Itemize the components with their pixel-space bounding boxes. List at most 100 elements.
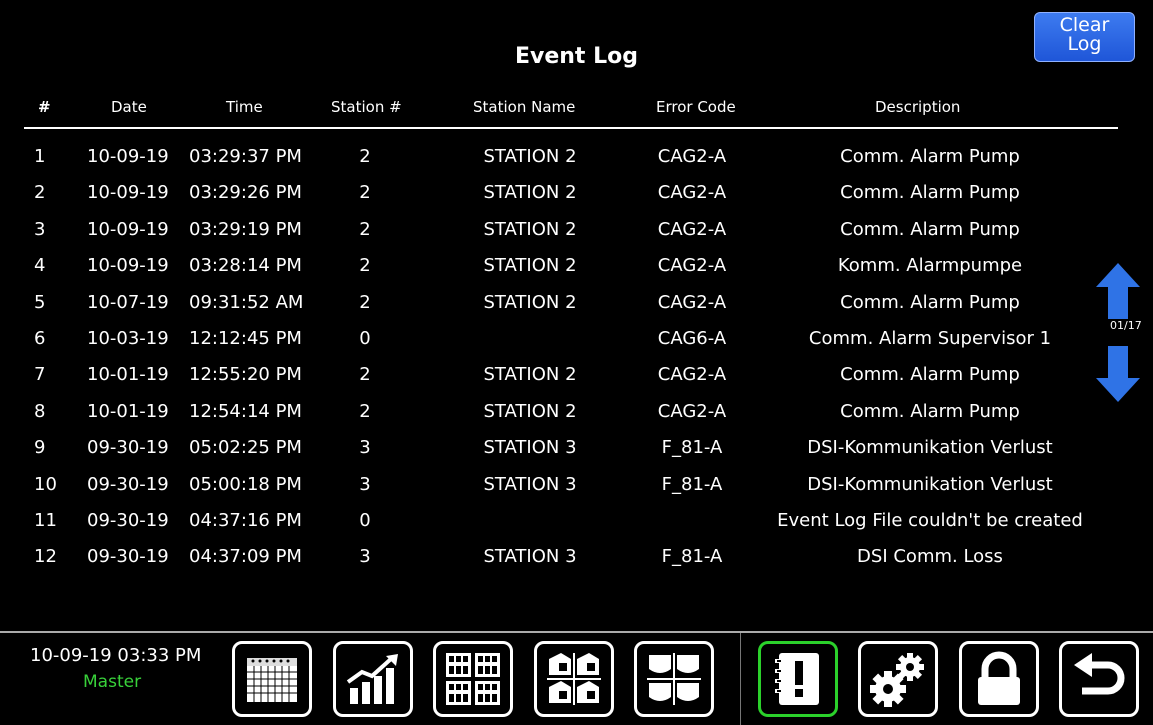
col-header-error-code: Error Code	[656, 98, 736, 116]
scroll-up-button[interactable]	[1096, 263, 1140, 319]
cell-error-code: CAG2-A	[657, 182, 727, 204]
cell-date: 10-01-19	[87, 400, 169, 422]
cell-time: 03:29:19 PM	[189, 218, 302, 240]
cell-number: 9	[34, 437, 46, 459]
cell-time: 03:28:14 PM	[189, 255, 302, 277]
cell-station-name: STATION 3	[483, 437, 577, 459]
keypad-grid-icon	[446, 653, 500, 705]
cell-error-code: CAG2-A	[657, 255, 727, 277]
cell-description: DSI Comm. Loss	[857, 546, 1003, 568]
table-row: 8 10-01-19 12:54:14 PM 2 STATION 2 CAG2-A Comm…	[0, 394, 1100, 430]
cell-error-code: CAG2-A	[657, 364, 727, 386]
cell-error-code: CAG2-A	[657, 218, 727, 240]
table-row: 6 10-03-19 12:12:45 PM 0 CAG6-A Comm. Alarm S…	[0, 321, 1100, 357]
event-log-icon	[775, 653, 819, 705]
col-header-time: Time	[226, 98, 263, 116]
cell-station-number: 2	[359, 255, 371, 277]
cell-number: 7	[34, 364, 46, 386]
tanks-icon	[647, 653, 701, 705]
cell-station-number: 2	[359, 182, 371, 204]
cell-error-code: CAG2-A	[657, 146, 727, 167]
cell-station-number: 0	[359, 510, 371, 531]
cell-description: Komm. Alarmpumpe	[837, 255, 1023, 277]
cell-station-number: 0	[359, 328, 371, 349]
scroll-down-button[interactable]	[1096, 346, 1140, 402]
cell-station-name: STATION 2	[483, 291, 577, 313]
col-header-date: Date	[111, 98, 147, 116]
cell-station-number: 3	[359, 546, 371, 568]
cell-description: DSI-Kommunikation Verlust	[807, 473, 1053, 495]
cell-date: 10-09-19	[87, 146, 169, 167]
cell-time: 05:00:18 PM	[189, 473, 302, 495]
table-row: 9 09-30-19 05:02:25 PM 3 STATION 3 F_81-A DSI-…	[0, 430, 1100, 466]
col-header-description: Description	[875, 98, 961, 116]
nav-tanks-button[interactable]	[634, 641, 714, 717]
header-divider	[24, 127, 1118, 129]
table-row: 11 09-30-19 04:37:16 PM 0 Event Log File cou…	[0, 503, 1100, 539]
cell-station-name: STATION 2	[483, 400, 577, 422]
down-arrow-icon	[1096, 346, 1140, 402]
table-row: 1 10-09-19 03:29:37 PM 2 STATION 2 CAG2-A Comm…	[0, 139, 1100, 175]
cell-number: 3	[34, 218, 46, 240]
cell-number: 2	[34, 182, 46, 204]
cell-date: 09-30-19	[87, 546, 169, 568]
cell-time: 09:31:52 AM	[189, 291, 304, 313]
cell-time: 03:29:37 PM	[189, 146, 302, 167]
cell-date: 10-09-19	[87, 218, 169, 240]
cell-station-name: STATION 3	[483, 473, 577, 495]
footer-datetime: 10-09-19 03:33 PM	[30, 645, 202, 666]
cell-time: 12:55:20 PM	[189, 364, 302, 386]
cell-station-name: STATION 2	[483, 255, 577, 277]
table-row: 10 09-30-19 05:00:18 PM 3 STATION 3 F_81-A DSI…	[0, 467, 1100, 503]
cell-number: 6	[34, 328, 46, 349]
cell-station-number: 2	[359, 146, 371, 167]
cell-error-code: F_81-A	[661, 546, 723, 568]
cell-station-name: STATION 3	[483, 546, 577, 568]
nav-trend-button[interactable]	[333, 641, 413, 717]
cell-time: 04:37:09 PM	[189, 546, 302, 568]
cell-station-number: 3	[359, 437, 371, 459]
user-role: Master	[83, 672, 142, 692]
cell-station-number: 2	[359, 291, 371, 313]
table-row: 2 10-09-19 03:29:26 PM 2 STATION 2 CAG2-A Comm…	[0, 175, 1100, 211]
cell-station-name: STATION 2	[483, 364, 577, 386]
stations-icon	[547, 653, 601, 705]
cell-station-number: 2	[359, 218, 371, 240]
calendar-icon	[247, 658, 297, 702]
col-header-station-number: Station #	[331, 98, 402, 116]
table-row: 12 09-30-19 04:37:09 PM 3 STATION 3 F_81-A DSI…	[0, 539, 1100, 575]
cell-date: 09-30-19	[87, 510, 169, 531]
nav-settings-button[interactable]	[858, 641, 938, 717]
lock-icon	[978, 651, 1020, 705]
cell-error-code: F_81-A	[661, 473, 723, 495]
nav-event-log-button[interactable]	[758, 641, 838, 717]
cell-description: Comm. Alarm Pump	[840, 364, 1020, 386]
nav-keypad-button[interactable]	[433, 641, 513, 717]
cell-description: Comm. Alarm Pump	[840, 291, 1020, 313]
cell-error-code: CAG2-A	[657, 400, 727, 422]
cell-date: 09-30-19	[87, 473, 169, 495]
up-arrow-icon	[1096, 263, 1140, 319]
footer-separator	[740, 633, 741, 725]
nav-back-button[interactable]	[1059, 641, 1139, 717]
cell-station-number: 3	[359, 473, 371, 495]
cell-number: 5	[34, 291, 46, 313]
cell-station-name: STATION 2	[483, 146, 577, 167]
cell-error-code: F_81-A	[661, 437, 723, 459]
table-row: 4 10-09-19 03:28:14 PM 2 STATION 2 CAG2-A Komm…	[0, 248, 1100, 284]
col-header-number: #	[38, 98, 51, 116]
cell-description: Comm. Alarm Pump	[840, 182, 1020, 204]
clear-log-button[interactable]: Clear Log	[1034, 12, 1135, 62]
nav-lock-button[interactable]	[959, 641, 1039, 717]
settings-gears-icon	[870, 653, 924, 707]
nav-stations-button[interactable]	[534, 641, 614, 717]
cell-description: Comm. Alarm Supervisor 1	[808, 328, 1052, 349]
nav-calendar-button[interactable]	[232, 641, 312, 717]
cell-station-name: STATION 2	[483, 182, 577, 204]
back-arrow-icon	[1074, 653, 1125, 695]
cell-number: 12	[34, 546, 57, 568]
cell-time: 12:12:45 PM	[189, 328, 302, 349]
table-row: 5 10-07-19 09:31:52 AM 2 STATION 2 CAG2-A Comm…	[0, 285, 1100, 321]
cell-time: 03:29:26 PM	[189, 182, 302, 204]
table-row: 7 10-01-19 12:55:20 PM 2 STATION 2 CAG2-A Comm…	[0, 357, 1100, 393]
